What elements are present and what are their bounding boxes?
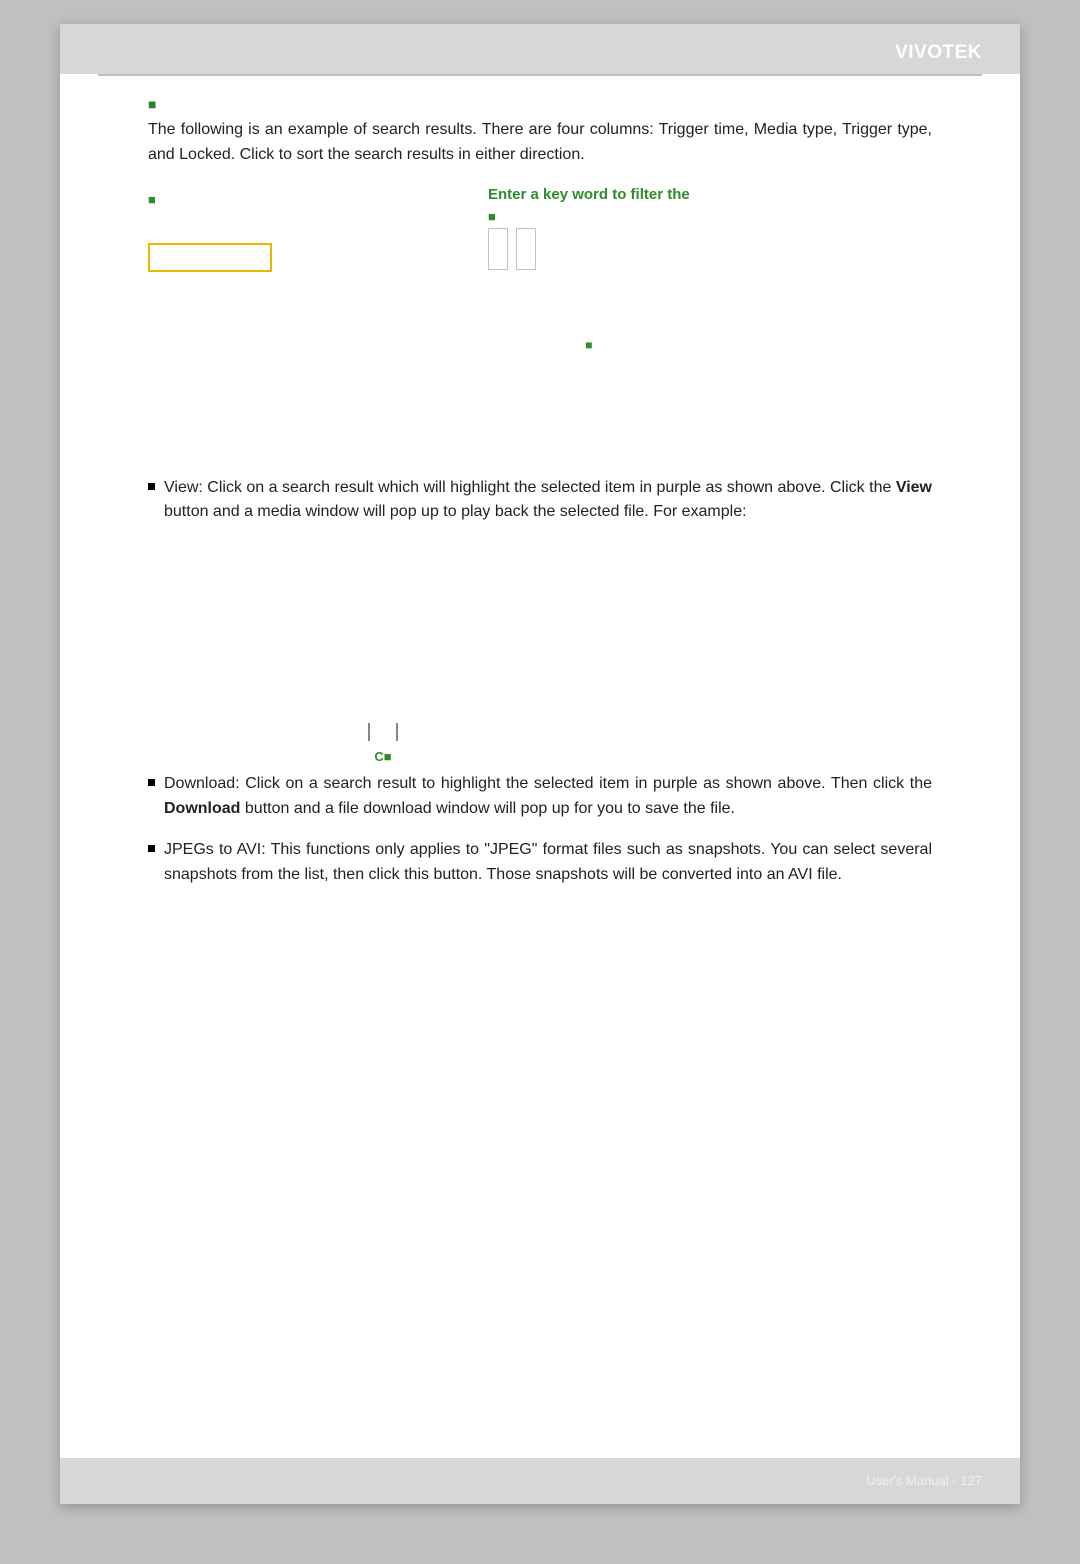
bullet-view-text: View: Click on a search result which wil… bbox=[164, 476, 932, 526]
page: VIVOTEK ■ The following is an example of… bbox=[60, 24, 1020, 1504]
footer-bar: User's Manual - 127 bbox=[60, 1458, 1020, 1504]
download-bold-word: Download bbox=[164, 800, 240, 817]
bullet-jpegs: JPEGs to AVI: This functions only applie… bbox=[148, 838, 932, 888]
filter-columns bbox=[488, 228, 690, 270]
timeline-tick-icon bbox=[396, 723, 398, 741]
download-text-b: button and a file download window will p… bbox=[245, 800, 735, 817]
filter-caption: Enter a key word to filter the bbox=[488, 186, 690, 203]
highlight-marker-icon: ■ bbox=[488, 338, 690, 352]
bullet-square-icon bbox=[148, 779, 155, 786]
figure-row: ■ Enter a key word to filter the ■ ■ bbox=[148, 186, 932, 352]
yellow-highlight-box bbox=[148, 243, 272, 272]
content-area: ■ The following is an example of search … bbox=[60, 96, 1020, 887]
bullet-jpegs-text: JPEGs to AVI: This functions only applie… bbox=[164, 838, 932, 888]
left-green-marker-icon: ■ bbox=[148, 192, 272, 207]
brand-label: VIVOTEK bbox=[895, 42, 982, 63]
top-bar: VIVOTEK bbox=[60, 24, 1020, 74]
results-marker-icon: ■ bbox=[148, 96, 932, 112]
view-bold-word: View bbox=[896, 479, 932, 496]
intro-text-b: to sort the search results in either dir… bbox=[279, 146, 585, 163]
footer-text: User's Manual - 127 bbox=[866, 1473, 982, 1488]
spacer bbox=[148, 352, 932, 472]
filter-col bbox=[488, 228, 508, 270]
bullet-view: View: Click on a search result which wil… bbox=[148, 476, 932, 526]
download-text-a: Download: Click on a search result to hi… bbox=[164, 775, 932, 792]
view-text-b: button and a media window will pop up to… bbox=[164, 503, 747, 520]
video-preview-block: C■ bbox=[318, 541, 448, 764]
right-green-marker-icon: ■ bbox=[488, 209, 690, 224]
bullet-square-icon bbox=[148, 845, 155, 852]
video-placeholder bbox=[318, 541, 448, 747]
video-caption: C■ bbox=[318, 749, 448, 764]
timeline-tick-icon bbox=[368, 723, 370, 741]
intro-paragraph: The following is an example of search re… bbox=[148, 118, 932, 168]
bullet-square-icon bbox=[148, 483, 155, 490]
header-rule bbox=[98, 74, 982, 76]
figure-right: Enter a key word to filter the ■ ■ bbox=[488, 186, 690, 352]
bullet-download-text: Download: Click on a search result to hi… bbox=[164, 772, 932, 822]
view-text-a: View: Click on a search result which wil… bbox=[164, 479, 896, 496]
filter-col bbox=[516, 228, 536, 270]
bullet-download: Download: Click on a search result to hi… bbox=[148, 772, 932, 822]
figure-left: ■ bbox=[148, 186, 272, 352]
